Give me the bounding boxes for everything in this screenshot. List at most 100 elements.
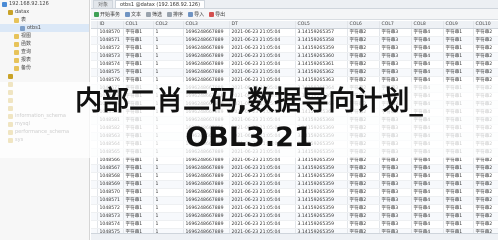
table-row[interactable]: 1048567 字符串1 1 1696248667889 2021-06-23 21:0… — [91, 164, 498, 174]
table-cell[interactable]: 字符串1 — [123, 220, 154, 230]
table-cell[interactable]: 1 — [153, 28, 184, 38]
tree-item[interactable]: datax — [0, 8, 89, 16]
table-cell[interactable]: 字符串4 — [411, 36, 444, 46]
table-cell[interactable]: 3.14159265360 — [295, 52, 348, 62]
table-cell[interactable]: 1048574 — [97, 60, 124, 70]
table-cell[interactable]: 1048572 — [97, 44, 124, 54]
tab[interactable]: otbs1 @datax (192.168.92.126) — [115, 0, 206, 8]
toolbar-button[interactable]: 筛选 — [146, 11, 162, 18]
table-cell[interactable]: 字符串1 — [123, 68, 154, 78]
table-cell[interactable]: 1696248667889 — [183, 188, 230, 198]
table-cell[interactable]: 1 — [153, 172, 184, 182]
table-cell[interactable]: 字符串3 — [379, 172, 412, 182]
column-header[interactable]: COL7 — [379, 21, 412, 30]
table-cell[interactable]: 3.14159265359 — [295, 180, 348, 190]
table-cell[interactable]: 字符串4 — [411, 44, 444, 54]
table-cell[interactable]: 字符串1 — [123, 180, 154, 190]
table-row[interactable]: 1048571 字符串1 1 1696248667889 2021-06-23 21:0… — [91, 196, 498, 206]
table-cell[interactable]: 字符串2 — [347, 180, 380, 190]
table-cell[interactable]: 3.14159265359 — [295, 172, 348, 182]
table-cell[interactable]: 字符串2 — [347, 204, 380, 214]
column-header[interactable]: COL9 — [443, 21, 474, 30]
table-cell[interactable]: 1048568 — [97, 172, 124, 182]
toolbar-button[interactable]: 排序 — [167, 11, 183, 18]
table-cell[interactable]: 字符串4 — [411, 172, 444, 182]
table-cell[interactable]: 1696248667889 — [183, 36, 230, 46]
table-cell[interactable]: 2021-06-23 21:05:04 — [229, 220, 296, 230]
table-cell[interactable]: 1696248667889 — [183, 172, 230, 182]
table-cell[interactable]: 1696248667889 — [183, 204, 230, 214]
table-cell[interactable]: 字符串1 — [443, 212, 474, 222]
table-cell[interactable]: 2021-06-23 21:05:04 — [229, 44, 296, 54]
table-cell[interactable]: 1696248667889 — [183, 60, 230, 70]
toolbar-button[interactable]: 开始事务 — [94, 11, 120, 18]
table-cell[interactable]: 2021-06-23 21:05:04 — [229, 204, 296, 214]
tree-item[interactable]: 函数 — [0, 40, 89, 48]
tree-item[interactable]: 备份 — [0, 64, 89, 72]
table-cell[interactable]: 字符串2 — [473, 188, 498, 198]
table-cell[interactable]: 字符串4 — [411, 212, 444, 222]
table-cell[interactable]: 1048567 — [97, 164, 124, 174]
table-cell[interactable]: 字符串1 — [443, 44, 474, 54]
table-cell[interactable]: 字符串4 — [411, 204, 444, 214]
table-cell[interactable]: 字符串4 — [411, 196, 444, 206]
table-cell[interactable]: 3.14159265359 — [295, 204, 348, 214]
table-cell[interactable]: 字符串1 — [123, 172, 154, 182]
table-cell[interactable]: 字符串2 — [473, 60, 498, 70]
table-cell[interactable]: 字符串2 — [347, 68, 380, 78]
table-cell[interactable]: 字符串1 — [123, 60, 154, 70]
column-header[interactable]: COL5 — [295, 21, 348, 30]
table-cell[interactable]: 1 — [153, 164, 184, 174]
table-cell[interactable]: 1 — [153, 220, 184, 230]
table-row[interactable]: 1048573 字符串1 1 1696248667889 2021-06-23 21:0… — [91, 212, 498, 222]
table-cell[interactable]: 字符串2 — [473, 212, 498, 222]
table-cell[interactable]: 字符串1 — [443, 60, 474, 70]
table-cell[interactable]: 字符串2 — [473, 172, 498, 182]
tree-item[interactable]: otbs1 — [0, 24, 89, 32]
table-cell[interactable]: 字符串3 — [379, 60, 412, 70]
table-cell[interactable]: 字符串4 — [411, 164, 444, 174]
table-cell[interactable]: 字符串1 — [123, 196, 154, 206]
table-cell[interactable]: 1 — [153, 212, 184, 222]
table-cell[interactable]: 字符串2 — [473, 52, 498, 62]
table-cell[interactable]: 1696248667889 — [183, 164, 230, 174]
column-header[interactable]: COL10 — [473, 21, 498, 30]
table-cell[interactable]: 字符串1 — [123, 36, 154, 46]
table-cell[interactable]: 3.14159265359 — [295, 212, 348, 222]
table-cell[interactable]: 字符串1 — [123, 164, 154, 174]
table-cell[interactable]: 字符串2 — [347, 220, 380, 230]
table-cell[interactable]: 字符串3 — [379, 196, 412, 206]
table-cell[interactable]: 字符串3 — [379, 68, 412, 78]
table-cell[interactable]: 字符串3 — [379, 180, 412, 190]
table-cell[interactable]: 字符串2 — [473, 164, 498, 174]
table-cell[interactable]: 字符串3 — [379, 220, 412, 230]
table-cell[interactable]: 3.14159265359 — [295, 220, 348, 230]
table-row[interactable]: 1048573 字符串1 1 1696248667889 2021-06-23 21:0… — [91, 52, 498, 62]
table-cell[interactable]: 字符串2 — [473, 68, 498, 78]
table-cell[interactable]: 2021-06-23 21:05:04 — [229, 180, 296, 190]
table-row[interactable]: 1048569 字符串1 1 1696248667889 2021-06-23 21:0… — [91, 180, 498, 190]
table-cell[interactable]: 1696248667889 — [183, 180, 230, 190]
table-cell[interactable]: 2021-06-23 21:05:04 — [229, 28, 296, 38]
column-header[interactable]: COL6 — [347, 21, 380, 30]
table-cell[interactable]: 1696248667889 — [183, 28, 230, 38]
table-cell[interactable]: 字符串2 — [347, 60, 380, 70]
table-cell[interactable]: 字符串4 — [411, 68, 444, 78]
table-cell[interactable]: 字符串1 — [123, 52, 154, 62]
table-cell[interactable]: 1696248667889 — [183, 196, 230, 206]
table-cell[interactable]: 字符串2 — [347, 28, 380, 38]
table-cell[interactable]: 字符串2 — [473, 204, 498, 214]
table-cell[interactable]: 1048570 — [97, 28, 124, 38]
table-row[interactable]: 1048570 字符串1 1 1696248667889 2021-06-23 21:0… — [91, 188, 498, 198]
table-cell[interactable]: 字符串1 — [123, 212, 154, 222]
column-header[interactable]: COL3 — [183, 21, 230, 30]
table-cell[interactable]: 字符串2 — [473, 180, 498, 190]
column-header[interactable]: ID — [97, 21, 124, 30]
table-cell[interactable]: 1696248667889 — [183, 212, 230, 222]
table-cell[interactable]: 字符串2 — [473, 196, 498, 206]
table-cell[interactable]: 字符串1 — [443, 28, 474, 38]
table-cell[interactable]: 字符串4 — [411, 180, 444, 190]
table-cell[interactable]: 3.14159265357 — [295, 28, 348, 38]
table-cell[interactable]: 字符串1 — [443, 172, 474, 182]
table-cell[interactable]: 1048572 — [97, 204, 124, 214]
